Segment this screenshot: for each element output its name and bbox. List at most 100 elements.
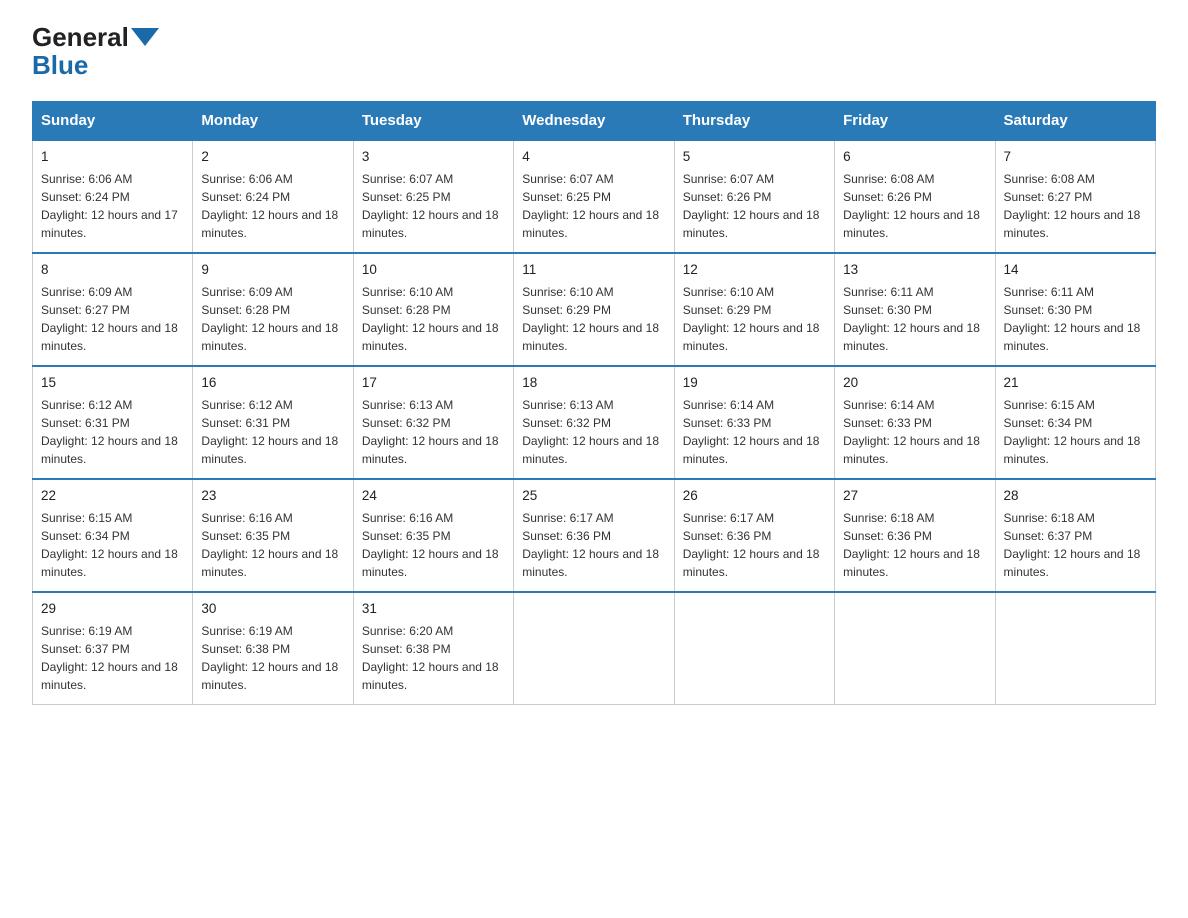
calendar-cell: 7Sunrise: 6:08 AMSunset: 6:27 PMDaylight… xyxy=(995,140,1155,253)
calendar-cell: 21Sunrise: 6:15 AMSunset: 6:34 PMDayligh… xyxy=(995,366,1155,479)
day-info: Sunrise: 6:17 AMSunset: 6:36 PMDaylight:… xyxy=(522,509,665,581)
day-number: 18 xyxy=(522,373,665,394)
calendar-cell: 9Sunrise: 6:09 AMSunset: 6:28 PMDaylight… xyxy=(193,253,353,366)
day-number: 30 xyxy=(201,599,344,620)
day-number: 21 xyxy=(1004,373,1147,394)
day-number: 22 xyxy=(41,486,184,507)
day-number: 8 xyxy=(41,260,184,281)
day-number: 4 xyxy=(522,147,665,168)
calendar-cell: 29Sunrise: 6:19 AMSunset: 6:37 PMDayligh… xyxy=(33,592,193,704)
logo-blue-text: Blue xyxy=(32,50,88,80)
weekday-header-friday: Friday xyxy=(835,102,995,141)
calendar-cell: 14Sunrise: 6:11 AMSunset: 6:30 PMDayligh… xyxy=(995,253,1155,366)
calendar-cell: 22Sunrise: 6:15 AMSunset: 6:34 PMDayligh… xyxy=(33,479,193,592)
day-info: Sunrise: 6:09 AMSunset: 6:28 PMDaylight:… xyxy=(201,283,344,355)
calendar-cell: 2Sunrise: 6:06 AMSunset: 6:24 PMDaylight… xyxy=(193,140,353,253)
day-info: Sunrise: 6:14 AMSunset: 6:33 PMDaylight:… xyxy=(683,396,826,468)
calendar-cell: 10Sunrise: 6:10 AMSunset: 6:28 PMDayligh… xyxy=(353,253,513,366)
day-number: 14 xyxy=(1004,260,1147,281)
day-info: Sunrise: 6:19 AMSunset: 6:37 PMDaylight:… xyxy=(41,622,184,694)
calendar-cell: 28Sunrise: 6:18 AMSunset: 6:37 PMDayligh… xyxy=(995,479,1155,592)
calendar-cell: 30Sunrise: 6:19 AMSunset: 6:38 PMDayligh… xyxy=(193,592,353,704)
day-info: Sunrise: 6:10 AMSunset: 6:28 PMDaylight:… xyxy=(362,283,505,355)
day-number: 26 xyxy=(683,486,826,507)
day-info: Sunrise: 6:18 AMSunset: 6:36 PMDaylight:… xyxy=(843,509,986,581)
day-number: 12 xyxy=(683,260,826,281)
day-number: 27 xyxy=(843,486,986,507)
day-info: Sunrise: 6:13 AMSunset: 6:32 PMDaylight:… xyxy=(522,396,665,468)
day-number: 23 xyxy=(201,486,344,507)
calendar-cell: 20Sunrise: 6:14 AMSunset: 6:33 PMDayligh… xyxy=(835,366,995,479)
day-info: Sunrise: 6:19 AMSunset: 6:38 PMDaylight:… xyxy=(201,622,344,694)
calendar-cell: 26Sunrise: 6:17 AMSunset: 6:36 PMDayligh… xyxy=(674,479,834,592)
day-number: 6 xyxy=(843,147,986,168)
calendar-header: SundayMondayTuesdayWednesdayThursdayFrid… xyxy=(33,102,1156,141)
day-info: Sunrise: 6:06 AMSunset: 6:24 PMDaylight:… xyxy=(201,170,344,242)
day-number: 11 xyxy=(522,260,665,281)
day-number: 24 xyxy=(362,486,505,507)
day-number: 15 xyxy=(41,373,184,394)
day-info: Sunrise: 6:18 AMSunset: 6:37 PMDaylight:… xyxy=(1004,509,1147,581)
day-info: Sunrise: 6:09 AMSunset: 6:27 PMDaylight:… xyxy=(41,283,184,355)
logo: General Blue xyxy=(32,24,161,81)
calendar-cell: 6Sunrise: 6:08 AMSunset: 6:26 PMDaylight… xyxy=(835,140,995,253)
day-info: Sunrise: 6:06 AMSunset: 6:24 PMDaylight:… xyxy=(41,170,184,242)
calendar-table: SundayMondayTuesdayWednesdayThursdayFrid… xyxy=(32,101,1156,705)
day-info: Sunrise: 6:10 AMSunset: 6:29 PMDaylight:… xyxy=(683,283,826,355)
day-info: Sunrise: 6:16 AMSunset: 6:35 PMDaylight:… xyxy=(362,509,505,581)
day-number: 10 xyxy=(362,260,505,281)
weekday-header-row: SundayMondayTuesdayWednesdayThursdayFrid… xyxy=(33,102,1156,141)
weekday-header-tuesday: Tuesday xyxy=(353,102,513,141)
calendar-week-row: 8Sunrise: 6:09 AMSunset: 6:27 PMDaylight… xyxy=(33,253,1156,366)
calendar-cell: 3Sunrise: 6:07 AMSunset: 6:25 PMDaylight… xyxy=(353,140,513,253)
weekday-header-thursday: Thursday xyxy=(674,102,834,141)
calendar-cell: 31Sunrise: 6:20 AMSunset: 6:38 PMDayligh… xyxy=(353,592,513,704)
calendar-cell: 12Sunrise: 6:10 AMSunset: 6:29 PMDayligh… xyxy=(674,253,834,366)
day-number: 13 xyxy=(843,260,986,281)
day-info: Sunrise: 6:07 AMSunset: 6:26 PMDaylight:… xyxy=(683,170,826,242)
logo-triangle-icon xyxy=(131,28,159,46)
day-info: Sunrise: 6:16 AMSunset: 6:35 PMDaylight:… xyxy=(201,509,344,581)
calendar-week-row: 29Sunrise: 6:19 AMSunset: 6:37 PMDayligh… xyxy=(33,592,1156,704)
day-number: 7 xyxy=(1004,147,1147,168)
calendar-cell: 24Sunrise: 6:16 AMSunset: 6:35 PMDayligh… xyxy=(353,479,513,592)
day-number: 19 xyxy=(683,373,826,394)
calendar-cell xyxy=(674,592,834,704)
day-number: 25 xyxy=(522,486,665,507)
logo-general-text: General xyxy=(32,24,129,50)
calendar-cell: 17Sunrise: 6:13 AMSunset: 6:32 PMDayligh… xyxy=(353,366,513,479)
calendar-cell: 15Sunrise: 6:12 AMSunset: 6:31 PMDayligh… xyxy=(33,366,193,479)
weekday-header-monday: Monday xyxy=(193,102,353,141)
day-info: Sunrise: 6:07 AMSunset: 6:25 PMDaylight:… xyxy=(522,170,665,242)
day-number: 29 xyxy=(41,599,184,620)
day-number: 20 xyxy=(843,373,986,394)
calendar-body: 1Sunrise: 6:06 AMSunset: 6:24 PMDaylight… xyxy=(33,140,1156,704)
calendar-week-row: 22Sunrise: 6:15 AMSunset: 6:34 PMDayligh… xyxy=(33,479,1156,592)
day-info: Sunrise: 6:11 AMSunset: 6:30 PMDaylight:… xyxy=(1004,283,1147,355)
day-info: Sunrise: 6:10 AMSunset: 6:29 PMDaylight:… xyxy=(522,283,665,355)
day-info: Sunrise: 6:17 AMSunset: 6:36 PMDaylight:… xyxy=(683,509,826,581)
day-info: Sunrise: 6:08 AMSunset: 6:26 PMDaylight:… xyxy=(843,170,986,242)
calendar-cell: 18Sunrise: 6:13 AMSunset: 6:32 PMDayligh… xyxy=(514,366,674,479)
calendar-cell: 5Sunrise: 6:07 AMSunset: 6:26 PMDaylight… xyxy=(674,140,834,253)
day-info: Sunrise: 6:07 AMSunset: 6:25 PMDaylight:… xyxy=(362,170,505,242)
calendar-cell: 25Sunrise: 6:17 AMSunset: 6:36 PMDayligh… xyxy=(514,479,674,592)
header: General Blue xyxy=(32,24,1156,81)
day-number: 1 xyxy=(41,147,184,168)
calendar-cell: 8Sunrise: 6:09 AMSunset: 6:27 PMDaylight… xyxy=(33,253,193,366)
calendar-cell: 11Sunrise: 6:10 AMSunset: 6:29 PMDayligh… xyxy=(514,253,674,366)
day-info: Sunrise: 6:11 AMSunset: 6:30 PMDaylight:… xyxy=(843,283,986,355)
calendar-cell: 4Sunrise: 6:07 AMSunset: 6:25 PMDaylight… xyxy=(514,140,674,253)
calendar-cell: 1Sunrise: 6:06 AMSunset: 6:24 PMDaylight… xyxy=(33,140,193,253)
day-number: 31 xyxy=(362,599,505,620)
day-number: 2 xyxy=(201,147,344,168)
day-info: Sunrise: 6:08 AMSunset: 6:27 PMDaylight:… xyxy=(1004,170,1147,242)
day-number: 16 xyxy=(201,373,344,394)
calendar-cell: 27Sunrise: 6:18 AMSunset: 6:36 PMDayligh… xyxy=(835,479,995,592)
calendar-cell xyxy=(995,592,1155,704)
day-number: 9 xyxy=(201,260,344,281)
calendar-cell: 19Sunrise: 6:14 AMSunset: 6:33 PMDayligh… xyxy=(674,366,834,479)
calendar-cell: 13Sunrise: 6:11 AMSunset: 6:30 PMDayligh… xyxy=(835,253,995,366)
day-number: 5 xyxy=(683,147,826,168)
calendar-week-row: 15Sunrise: 6:12 AMSunset: 6:31 PMDayligh… xyxy=(33,366,1156,479)
